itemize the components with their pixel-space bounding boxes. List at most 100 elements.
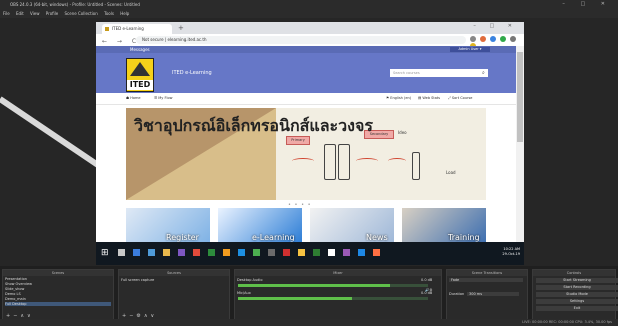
address-bar[interactable]: Not secure | elearning.ited.ac.th [136,36,466,44]
menu-tools[interactable]: Tools [104,9,114,18]
taskbar-app-icon[interactable] [328,249,335,256]
taskbar-app-icon[interactable] [283,249,290,256]
hero-title: วิชาอุปกรณ์อิเล็กทรอนิกส์และวงจร [134,116,373,135]
extension-icon[interactable] [500,36,506,42]
mixer-track-name: Mic/Aux [237,291,251,295]
duration-label: Duration [449,292,465,296]
logo-text: ITED [127,80,153,90]
taskbar-app-icon[interactable] [223,249,230,256]
messages-link[interactable]: Messages [130,47,150,52]
taskbar-app-icon[interactable] [373,249,380,256]
taskbar-app-icon[interactable] [238,249,245,256]
site-name[interactable]: ITED e-Learning [172,70,212,76]
taskbar-app-icon[interactable] [118,249,125,256]
controls-dock: Controls Start Streaming Start Recording… [532,269,618,321]
extension-icon[interactable] [470,36,476,42]
card-elearning-label: e-Learning [252,233,295,242]
taskbar-app-icon[interactable] [268,249,275,256]
taskbar-app-icon[interactable] [148,249,155,256]
scenes-dock: Scenes Presentation Show Overview Slide_… [2,269,114,321]
ited-logo[interactable]: ITED [126,58,154,92]
browser-tab-bar: ITED e-Learning + – □ ✕ [96,22,524,34]
browser-tab[interactable]: ITED e-Learning [102,24,172,34]
transformer-secondary-coil [338,144,350,180]
admin-user-button[interactable]: Admin User ▾ [450,47,490,52]
taskbar-app-icon[interactable] [253,249,260,256]
hero-label-load: Load [446,170,456,175]
status-text: LIVE: 00:00:00 REC: 00:00:00 CPU: 3.4%, … [522,320,612,324]
mixer-track-db: 0.0 dB [421,278,433,282]
extension-icon[interactable] [490,36,496,42]
source-item[interactable]: Full screen capture [121,278,154,282]
card-register-label: Register [166,233,199,242]
taskbar-app-icon[interactable] [358,249,365,256]
settings-button[interactable]: Settings [536,299,618,304]
taskbar-app-icon[interactable] [133,249,140,256]
taskbar-app-icon[interactable] [298,249,305,256]
card-elearning[interactable]: e-Learning [218,208,302,242]
start-streaming-button[interactable]: Start Streaming [536,278,618,283]
sources-header: Sources [119,270,229,276]
mixer-dock: Mixer Desktop Audio 0.0 dB Mic/Aux 0.0 d… [234,269,442,321]
scene-item[interactable]: Slide_show [5,287,24,291]
menu-profile[interactable]: Profile [46,9,58,18]
scene-item[interactable]: Demo_main [5,297,26,301]
start-button-icon[interactable]: ⊞ [101,248,109,258]
obs-title-bar: OBS 24.0.3 (64-bit, windows) - Profile: … [0,0,618,9]
exit-button[interactable]: Exit [536,306,618,311]
taskbar-app-icon[interactable] [163,249,170,256]
hero-label-ideo: Ideo [398,130,407,135]
mixer-track-name: Desktop Audio [237,278,263,282]
page-scrollbar-thumb[interactable] [517,52,523,142]
menu-file[interactable]: File [3,9,10,18]
scene-item-selected[interactable]: Full Desktop [5,302,111,306]
nav-web-stats[interactable]: ▤ Web Stats [418,96,440,100]
site-top-strip: Messages Admin User ▾ [96,46,516,53]
taskbar-app-icon[interactable] [343,249,350,256]
taskbar-app-icon[interactable] [208,249,215,256]
scene-item[interactable]: Demo LS [5,292,21,296]
start-recording-button[interactable]: Start Recording [536,285,618,290]
mixer-settings-icon[interactable]: 🔊⚙ [425,288,433,292]
new-tab-button[interactable]: + [178,24,184,32]
sources-dock: Sources Full screen capture +−⚙∧∨ [118,269,230,321]
scene-item[interactable]: Show Overview [5,282,32,286]
taskbar-clock[interactable]: 10:22 AM 29-Oct-19 [502,247,520,257]
nav-home[interactable]: ☗ Home [126,96,141,100]
site-search-input[interactable]: Search courses [390,69,488,77]
controls-header: Controls [533,270,615,276]
transitions-header: Scene Transitions [447,270,527,276]
rectified-waveform [388,158,406,164]
card-training[interactable]: Training [402,208,486,242]
extension-icon[interactable] [510,36,516,42]
studio-mode-button[interactable]: Studio Mode [536,292,618,297]
nav-sort-course[interactable]: ⤢ Sort Course [448,96,472,100]
duration-input[interactable]: 300 ms [467,292,519,296]
scene-item[interactable]: Presentation [5,277,27,281]
scenes-header: Scenes [3,270,113,276]
nav-language[interactable]: ⚑ English (en) [386,96,411,100]
menu-help[interactable]: Help [120,9,129,18]
obs-window-controls[interactable]: – □ ✕ [562,1,612,7]
menu-scene-collection[interactable]: Scene Collection [65,9,98,18]
card-news[interactable]: News [310,208,394,242]
obs-window-title: OBS 24.0.3 (64-bit, windows) - Profile: … [10,2,140,7]
audio-meter-level [238,284,390,287]
menu-view[interactable]: View [30,9,40,18]
obs-menu-bar: File Edit View Profile Scene Collection … [0,9,618,18]
audio-meter-level [238,297,352,300]
windows-taskbar: ⊞ 10:22 AM 29-Oct-19 [96,242,524,265]
browser-window-controls[interactable]: – □ ✕ [473,23,518,29]
extension-icon[interactable] [480,36,486,42]
card-register[interactable]: Register [126,208,210,242]
hero-slide[interactable]: Primary Secondary Ideo Load วิชาอุปกรณ์อ… [126,108,486,200]
menu-edit[interactable]: Edit [16,9,24,18]
taskbar-app-icon[interactable] [313,249,320,256]
taskbar-app-icon[interactable] [178,249,185,256]
transformer-primary-coil [324,144,336,180]
taskbar-app-icon[interactable] [193,249,200,256]
transition-type-select[interactable]: Fade [449,278,523,282]
obs-status-bar: LIVE: 00:00:00 REC: 00:00:00 CPU: 3.4%, … [0,319,618,326]
nav-my-flow[interactable]: ☰ My Flow [154,96,172,100]
search-icon[interactable]: ⌕ [482,70,485,76]
